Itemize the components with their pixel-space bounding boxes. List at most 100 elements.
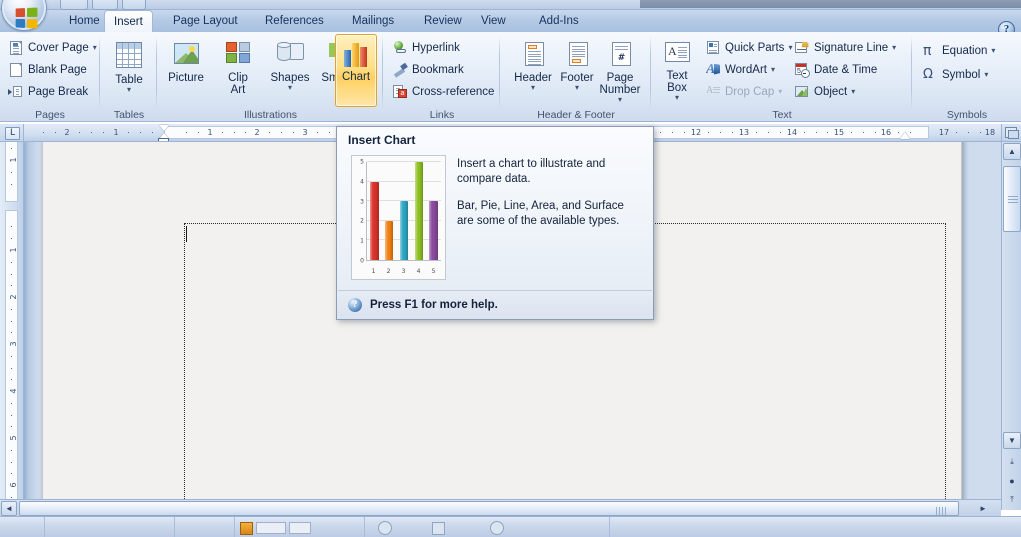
- vertical-ruler[interactable]: 1 1 2 3 4 5 6: [0, 142, 24, 510]
- ribbon-group-symbols: π Equation ▾ Ω Symbol ▾ Symbols: [913, 32, 1021, 122]
- shapes-button[interactable]: Shapes ▾: [264, 35, 316, 107]
- chevron-down-icon: ▾: [770, 65, 775, 74]
- wordart-button[interactable]: A WordArt ▾: [702, 59, 778, 80]
- ruler-tick: 3: [302, 128, 308, 137]
- right-indent-marker[interactable]: [900, 132, 910, 139]
- bookmark-button[interactable]: Bookmark: [389, 59, 467, 80]
- tab-insert[interactable]: Insert: [104, 10, 153, 33]
- tab-page-layout[interactable]: Page Layout: [164, 11, 247, 32]
- chart-bar: [414, 162, 423, 260]
- horizontal-scroll-thumb[interactable]: [19, 501, 959, 516]
- tab-view[interactable]: View: [472, 11, 515, 32]
- cross-reference-button[interactable]: a Cross-reference: [389, 81, 497, 102]
- symbol-button[interactable]: Ω Symbol ▾: [919, 64, 991, 85]
- equation-button[interactable]: π Equation ▾: [919, 40, 998, 61]
- tooltip-body: Insert a chart to illustrate and compare…: [457, 157, 643, 241]
- drop-cap-button[interactable]: A Drop Cap ▾: [702, 81, 785, 102]
- scroll-left-button[interactable]: ◄: [1, 501, 17, 516]
- table-icon: [113, 39, 145, 71]
- ruler-tick: 17: [938, 128, 950, 137]
- hyperlink-button[interactable]: Hyperlink: [389, 37, 463, 58]
- footer-icon: [563, 39, 591, 69]
- circle-icon: [490, 521, 504, 535]
- cover-page-label: Cover Page: [28, 41, 89, 54]
- circle-icon: [378, 521, 392, 535]
- page-number-button[interactable]: # Page Number ▾: [595, 35, 645, 107]
- chart-y-tick: 3: [360, 198, 364, 206]
- ribbon-group-pages: Cover Page ▾ Blank Page Page Break Pages: [0, 32, 100, 122]
- cover-page-button[interactable]: Cover Page ▾: [5, 37, 100, 58]
- ruler-tick: 14: [786, 128, 798, 137]
- horizontal-scrollbar[interactable]: ◄ ►: [0, 499, 1001, 516]
- chart-bar: [429, 201, 438, 260]
- group-label-symbols: Symbols: [946, 109, 988, 121]
- tab-references[interactable]: References: [256, 11, 333, 32]
- date-time-button[interactable]: 5 Date & Time: [791, 59, 880, 80]
- scroll-up-button[interactable]: ▲: [1003, 143, 1021, 160]
- qat-save-button[interactable]: [60, 0, 88, 10]
- tab-review[interactable]: Review: [415, 11, 471, 32]
- chart-x-tick: 4: [416, 268, 421, 275]
- scroll-right-button[interactable]: ►: [975, 501, 991, 516]
- ribbon-group-header-footer: Header ▾ Footer ▾ # Page Number ▾ Header…: [501, 32, 651, 122]
- taskbar-tray-icon[interactable]: [432, 520, 445, 536]
- signature-line-button[interactable]: Signature Line ▾: [791, 37, 899, 58]
- vertical-scroll-thumb[interactable]: [1003, 166, 1021, 232]
- chevron-down-icon: ▾: [530, 83, 535, 92]
- ruler-tick: 2: [254, 128, 260, 137]
- bookmark-icon: [392, 62, 408, 78]
- chevron-down-icon: ▾: [851, 87, 856, 96]
- table-button[interactable]: Table ▾: [103, 35, 155, 107]
- text-box-button[interactable]: A Text Box ▾: [654, 35, 700, 107]
- taskbar-app-word[interactable]: [240, 520, 311, 536]
- page-break-icon: [8, 84, 24, 100]
- chart-bar: [370, 181, 379, 261]
- chart-button[interactable]: Chart: [335, 34, 377, 107]
- blank-page-label: Blank Page: [28, 63, 87, 76]
- picture-button[interactable]: Picture: [160, 35, 212, 107]
- blank-page-button[interactable]: Blank Page: [5, 59, 90, 80]
- page-break-button[interactable]: Page Break: [5, 81, 91, 102]
- ruler-tick: 1: [9, 157, 19, 163]
- tooltip-footer-text: Press F1 for more help.: [370, 299, 498, 311]
- picture-icon: [170, 39, 202, 69]
- next-page-button[interactable]: ⤒: [1003, 491, 1021, 508]
- help-circle-icon: ?: [348, 298, 362, 312]
- clip-art-button[interactable]: Clip Art: [212, 35, 264, 107]
- first-line-indent-marker[interactable]: [159, 125, 169, 131]
- text-cursor: [186, 226, 187, 242]
- chart-x-tick: 5: [431, 268, 436, 275]
- tab-home[interactable]: Home: [60, 11, 109, 32]
- square-icon: [432, 521, 445, 535]
- vertical-scrollbar[interactable]: ▲ ▼ ⤓ ● ⤒: [1001, 142, 1021, 510]
- page-break-label: Page Break: [28, 85, 89, 98]
- title-bar: [0, 0, 1021, 10]
- title-bar-dark-segment: [640, 0, 1021, 8]
- quick-parts-icon: [705, 40, 721, 56]
- tooltip-title: Insert Chart: [348, 133, 416, 147]
- object-button[interactable]: Object ▾: [791, 81, 858, 102]
- chevron-down-icon: ▾: [617, 95, 622, 104]
- ruler-tick: 5: [9, 435, 19, 441]
- word-window: Home Insert Page Layout References Maili…: [0, 0, 1021, 537]
- quick-parts-button[interactable]: Quick Parts ▾: [702, 37, 795, 58]
- tooltip-footer: ? Press F1 for more help.: [337, 291, 653, 319]
- scroll-down-button[interactable]: ▼: [1003, 432, 1021, 449]
- object-label: Object: [814, 85, 848, 98]
- tab-add-ins[interactable]: Add-Ins: [530, 11, 588, 32]
- view-ruler-button[interactable]: [1001, 124, 1021, 142]
- chevron-down-icon: ▾: [892, 43, 897, 52]
- taskbar-tray-icon[interactable]: [378, 520, 392, 536]
- quick-parts-label: Quick Parts: [725, 41, 785, 54]
- tab-mailings[interactable]: Mailings: [343, 11, 403, 32]
- tab-stop-selector[interactable]: L: [5, 127, 20, 140]
- select-browse-object-button[interactable]: ●: [1003, 472, 1021, 489]
- previous-page-button[interactable]: ⤓: [1003, 453, 1021, 470]
- qat-redo-button[interactable]: [122, 0, 146, 10]
- blank-page-icon: [8, 62, 24, 78]
- taskbar-tray-icon[interactable]: [490, 520, 504, 536]
- qat-undo-button[interactable]: [92, 0, 118, 10]
- ruler-tick: 15: [833, 128, 845, 137]
- word-app-icon: [240, 521, 253, 535]
- chart-y-tick: 1: [360, 237, 364, 245]
